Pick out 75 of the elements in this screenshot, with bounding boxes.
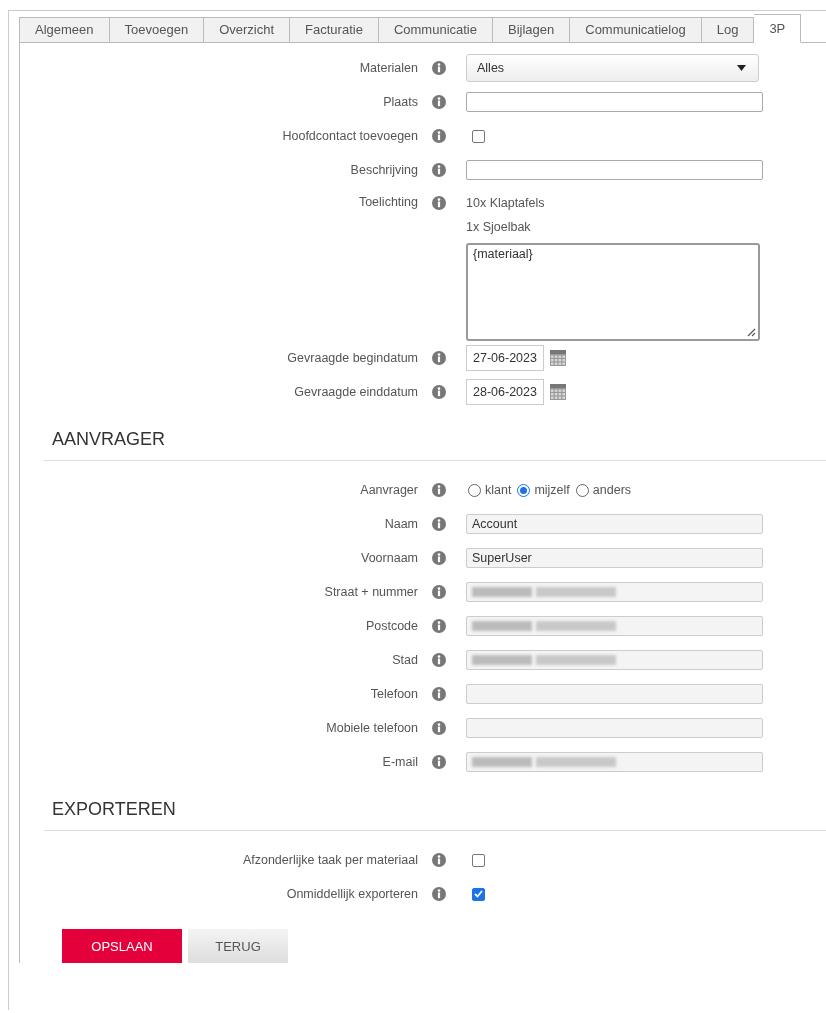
- material-line: 10x Klaptafels: [466, 195, 546, 211]
- section-heading: EXPORTEREN: [52, 799, 177, 821]
- resize-grip-icon[interactable]: [747, 328, 756, 337]
- field-label: Telefoon: [369, 687, 418, 701]
- info-icon: [432, 653, 446, 667]
- input-field[interactable]: [466, 92, 763, 112]
- info-icon: [432, 95, 446, 109]
- input-field[interactable]: [466, 718, 763, 738]
- back-button[interactable]: TERUG: [188, 929, 288, 963]
- info-icon: [432, 483, 446, 497]
- field-label: Beschrijving: [349, 163, 418, 177]
- field-label: Plaats: [382, 95, 418, 109]
- notes-textarea[interactable]: {materiaal}: [466, 243, 760, 341]
- materials-dropdown[interactable]: Alles: [466, 54, 759, 82]
- field-label: Afzonderlijke taak per materiaal: [241, 853, 418, 867]
- field-label: Gevraagde einddatum: [293, 385, 418, 399]
- field-label: Toelichting: [357, 194, 418, 209]
- field-label: Postcode: [364, 619, 418, 633]
- checkbox[interactable]: [472, 887, 485, 901]
- tab[interactable]: Overzicht: [204, 17, 291, 43]
- section-heading: AANVRAGER: [52, 429, 167, 451]
- checkbox[interactable]: [472, 853, 485, 867]
- date-field[interactable]: 27-06-2023: [466, 345, 544, 371]
- field-label: Onmiddellijk exporteren: [285, 887, 418, 901]
- info-icon: [432, 853, 446, 867]
- field-label: Stad: [391, 653, 418, 667]
- input-field[interactable]: [466, 616, 763, 636]
- info-icon: [432, 585, 446, 599]
- field-label: Voornaam: [360, 551, 418, 565]
- input-field[interactable]: [466, 684, 763, 704]
- tab[interactable]: Bijlagen: [493, 17, 571, 43]
- info-icon: [432, 721, 446, 735]
- field-label: Mobiele telefoon: [325, 721, 418, 735]
- calendar-icon[interactable]: [549, 350, 566, 366]
- input-field[interactable]: [466, 650, 763, 670]
- checkbox[interactable]: [472, 129, 485, 143]
- tab[interactable]: Toevoegen: [109, 17, 205, 43]
- tab[interactable]: Facturatie: [290, 17, 379, 43]
- tab[interactable]: 3P: [754, 14, 802, 43]
- radio-option[interactable]: klant: [468, 483, 512, 497]
- info-icon: [432, 61, 446, 75]
- info-icon: [432, 517, 446, 531]
- input-field[interactable]: [466, 752, 763, 772]
- field-label: Aanvrager: [359, 483, 418, 497]
- field-label: Straat + nummer: [323, 585, 418, 599]
- field-label: Materialen: [358, 61, 418, 75]
- info-icon: [432, 196, 446, 210]
- field-label: Gevraagde begindatum: [286, 351, 418, 365]
- field-label: E-mail: [381, 755, 418, 769]
- material-line: 1x Sjoelbak: [466, 219, 532, 235]
- info-icon: [432, 129, 446, 143]
- input-field[interactable]: SuperUser: [466, 548, 763, 568]
- tab[interactable]: Communicatie: [378, 17, 493, 43]
- info-icon: [432, 351, 446, 365]
- field-label: Naam: [383, 517, 418, 531]
- save-button[interactable]: OPSLAAN: [62, 929, 182, 963]
- caret-icon: [737, 65, 746, 71]
- tab[interactable]: Algemeen: [19, 17, 110, 43]
- field-label: Hoofdcontact toevoegen: [281, 129, 418, 143]
- date-field[interactable]: 28-06-2023: [466, 379, 544, 405]
- input-field[interactable]: [466, 582, 763, 602]
- radio-option[interactable]: anders: [575, 483, 632, 497]
- tab[interactable]: Communicatielog: [570, 17, 702, 43]
- info-icon: [432, 887, 446, 901]
- info-icon: [432, 619, 446, 633]
- info-icon: [432, 755, 446, 769]
- input-field[interactable]: Account: [466, 514, 763, 534]
- tab[interactable]: Log: [701, 17, 755, 43]
- input-field[interactable]: [466, 160, 763, 180]
- calendar-icon[interactable]: [549, 384, 566, 400]
- info-icon: [432, 687, 446, 701]
- info-icon: [432, 551, 446, 565]
- info-icon: [432, 163, 446, 177]
- info-icon: [432, 385, 446, 399]
- radio-option[interactable]: mijzelf: [517, 483, 570, 497]
